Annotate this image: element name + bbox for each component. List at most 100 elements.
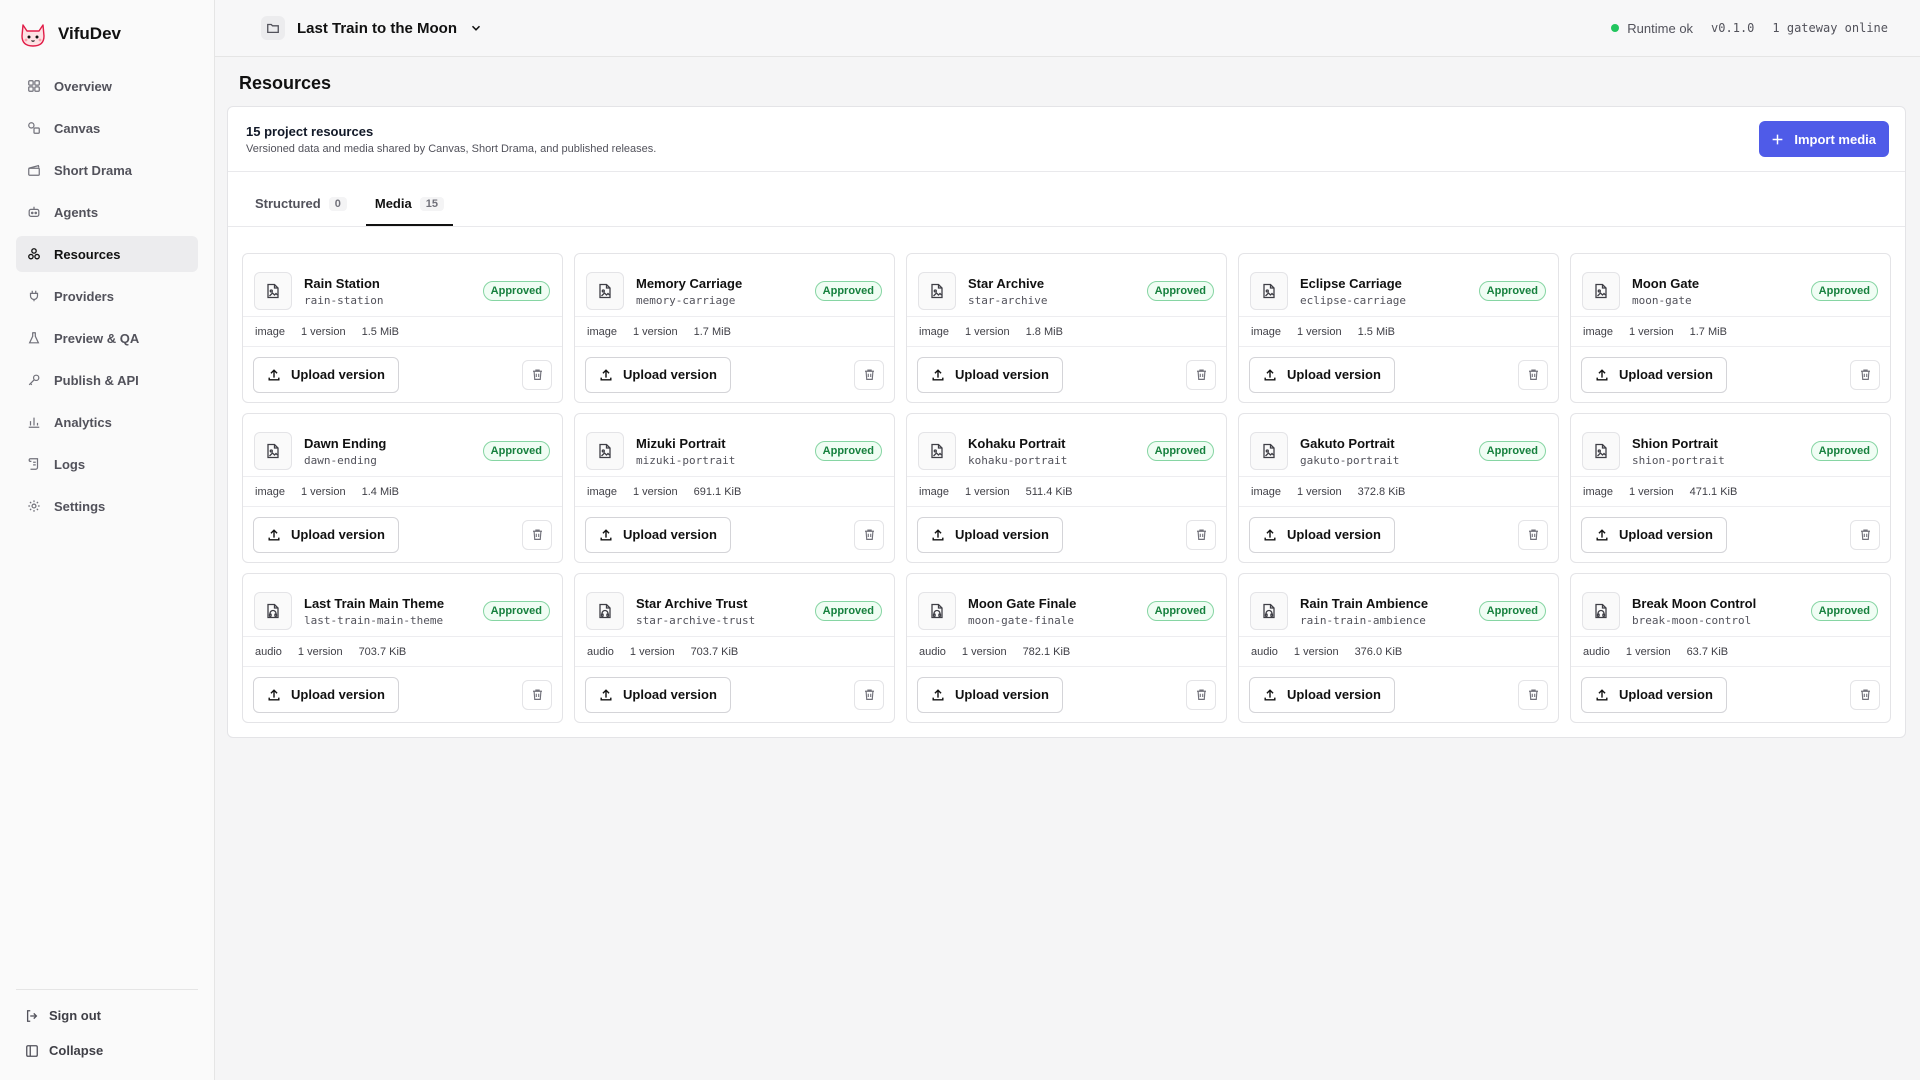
sidebar-item-preview-qa[interactable]: Preview & QA [16,320,198,356]
upload-version-button[interactable]: Upload version [585,356,731,393]
upload-version-label: Upload version [955,527,1049,542]
resource-slug: break-moon-control [1632,613,1752,627]
resource-card[interactable]: Moon Gate moon-gate Approved image 1 version… [1570,253,1891,403]
delete-resource-button[interactable] [1850,359,1880,390]
upload-version-button[interactable]: Upload version [1249,676,1395,713]
resource-card[interactable]: Star Archive Trust star-archive-trust Appr… [574,573,895,723]
sign-out-button[interactable]: Sign out [16,1008,198,1023]
resource-card[interactable]: Dawn Ending dawn-ending Approved image 1 ver… [242,413,563,563]
resource-card[interactable]: Mizuki Portrait mizuki-portrait Approved im… [574,413,895,563]
resource-size: 1.8 MiB [1025,325,1063,338]
sidebar-item-analytics[interactable]: Analytics [16,404,198,440]
tab-structured[interactable]: Structured 0 [246,183,356,226]
resource-card[interactable]: Kohaku Portrait kohaku-portrait Approved im… [906,413,1227,563]
delete-resource-button[interactable] [1186,359,1216,390]
sidebar-item-publish-api[interactable]: Publish & API [16,362,198,398]
sidebar-item-resources[interactable]: Resources [16,236,198,272]
sidebar-item-short-drama[interactable]: Short Drama [16,152,198,188]
upload-version-button[interactable]: Upload version [253,516,399,553]
status-badge: Approved [1146,281,1214,301]
tab-media[interactable]: Media 15 [365,183,453,226]
delete-resource-button[interactable] [522,359,552,390]
card-meta: audio 1 version 63.7 KiB [1571,637,1890,667]
resource-card[interactable]: Rain Train Ambience rain-train-ambience Ap… [1238,573,1559,723]
resource-size: 1.5 MiB [361,325,399,338]
sidebar-item-providers[interactable]: Providers [16,278,198,314]
card-actions: Upload version [907,667,1226,722]
upload-version-button[interactable]: Upload version [253,676,399,713]
resource-slug: kohaku-portrait [968,453,1068,467]
delete-resource-button[interactable] [1186,679,1216,710]
upload-version-button[interactable]: Upload version [917,356,1063,393]
upload-version-button[interactable]: Upload version [1249,516,1395,553]
resource-name: Moon Gate [1632,275,1700,291]
delete-resource-button[interactable] [854,679,884,710]
resource-card[interactable]: Rain Station rain-station Approved image 1 v… [242,253,563,403]
collapse-button[interactable]: Collapse [16,1043,198,1058]
resource-type: image [587,485,617,498]
card-header: Mizuki Portrait mizuki-portrait Approved [575,414,894,477]
resource-card[interactable]: Moon Gate Finale moon-gate-finale Approved… [906,573,1227,723]
resource-card[interactable]: Eclipse Carriage eclipse-carriage Approved… [1238,253,1559,403]
upload-version-button[interactable]: Upload version [1581,676,1727,713]
resource-card[interactable]: Shion Portrait shion-portrait Approved imag… [1570,413,1891,563]
upload-version-button[interactable]: Upload version [585,676,731,713]
resource-card[interactable]: Break Moon Control break-moon-control Appr… [1570,573,1891,723]
upload-icon [931,368,945,382]
grid-icon [26,78,42,94]
resource-size: 703.7 KiB [358,645,407,658]
sidebar-item-canvas[interactable]: Canvas [16,110,198,146]
delete-resource-button[interactable] [854,359,884,390]
upload-version-label: Upload version [623,367,717,382]
upload-version-button[interactable]: Upload version [1581,356,1727,393]
upload-version-label: Upload version [955,367,1049,382]
resource-card[interactable]: Gakuto Portrait gakuto-portrait Approved im… [1238,413,1559,563]
resource-card[interactable]: Star Archive star-archive Approved image 1 v… [906,253,1227,403]
upload-version-label: Upload version [1619,527,1713,542]
delete-resource-button[interactable] [522,679,552,710]
resource-size: 703.7 KiB [690,645,739,658]
app-shell: VifuDev Overview Canvas Short Drama Agents R… [0,0,1920,1080]
delete-resource-button[interactable] [1850,519,1880,550]
card-actions: Upload version [243,667,562,722]
image-file-icon [918,272,956,310]
card-header: Eclipse Carriage eclipse-carriage Approved [1239,254,1558,317]
trash-icon [531,688,544,701]
resource-card[interactable]: Memory Carriage memory-carriage Approved im… [574,253,895,403]
sidebar-item-label: Publish & API [54,372,139,388]
resource-tabs: Structured 0 Media 15 [228,172,1905,227]
card-actions: Upload version [1239,347,1558,402]
upload-version-button[interactable]: Upload version [585,516,731,553]
resource-slug: rain-station [304,293,384,307]
resource-card[interactable]: Last Train Main Theme last-train-main-the… [242,573,563,723]
project-switcher[interactable]: Last Train to the Moon [261,16,483,40]
delete-resource-button[interactable] [1518,679,1548,710]
sidebar-item-settings[interactable]: Settings [16,488,198,524]
upload-version-label: Upload version [1287,367,1381,382]
resource-slug: memory-carriage [636,293,736,307]
sidebar-item-agents[interactable]: Agents [16,194,198,230]
resource-type: image [255,325,285,338]
sidebar-item-logs[interactable]: Logs [16,446,198,482]
upload-version-button[interactable]: Upload version [1249,356,1395,393]
delete-resource-button[interactable] [854,519,884,550]
delete-resource-button[interactable] [522,519,552,550]
delete-resource-button[interactable] [1850,679,1880,710]
tab-label: Media [374,196,412,211]
import-media-button[interactable]: Import media [1759,121,1889,157]
delete-resource-button[interactable] [1518,519,1548,550]
upload-version-button[interactable]: Upload version [1581,516,1727,553]
delete-resource-button[interactable] [1186,519,1216,550]
sidebar-item-label: Short Drama [54,162,133,178]
resource-name: Kohaku Portrait [968,435,1066,451]
upload-icon [599,688,613,702]
card-meta: image 1 version 691.1 KiB [575,477,894,507]
upload-version-button[interactable]: Upload version [253,356,399,393]
delete-resource-button[interactable] [1518,359,1548,390]
upload-version-button[interactable]: Upload version [917,516,1063,553]
status-badge: Approved [1810,601,1878,621]
upload-version-button[interactable]: Upload version [917,676,1063,713]
brand[interactable]: VifuDev [16,0,198,68]
upload-icon [599,368,613,382]
sidebar-item-overview[interactable]: Overview [16,68,198,104]
